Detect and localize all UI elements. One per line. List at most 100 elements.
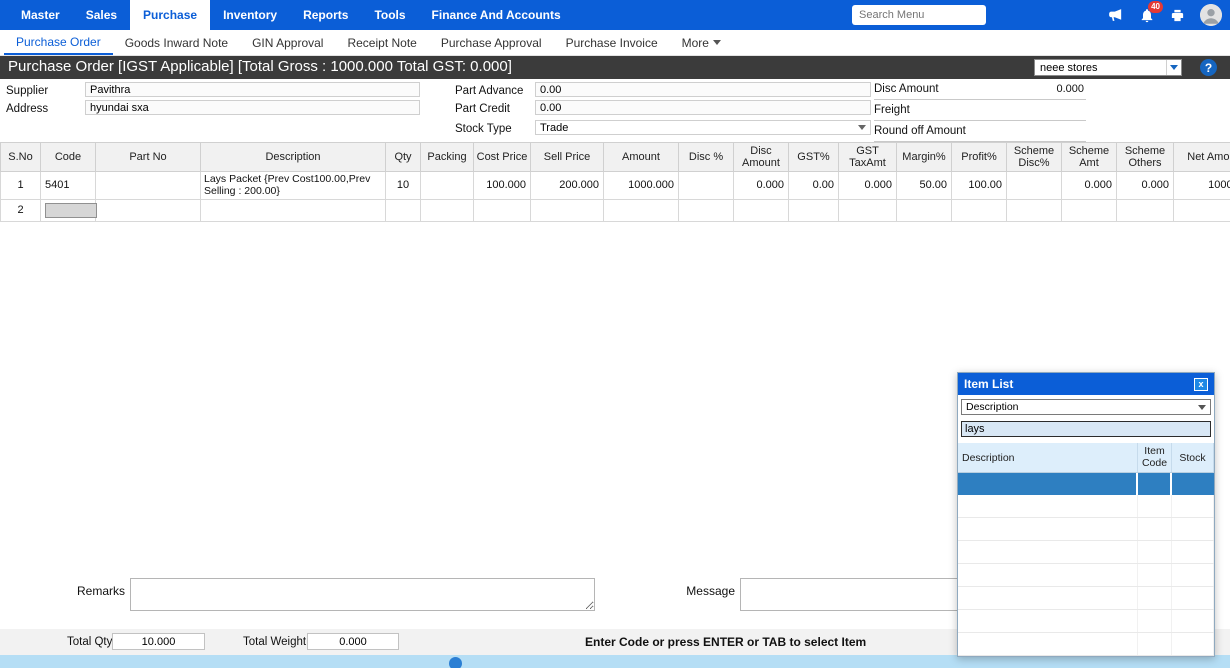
menu-item-finance-and-accounts[interactable]: Finance And Accounts: [419, 0, 574, 30]
grid-cell[interactable]: [386, 199, 421, 221]
grid-cell[interactable]: 0.00: [789, 172, 839, 200]
chevron-down-icon: [713, 40, 721, 45]
menu-item-purchase[interactable]: Purchase: [130, 0, 210, 30]
close-icon[interactable]: x: [1194, 378, 1208, 391]
tab-goods-inward-note[interactable]: Goods Inward Note: [113, 30, 240, 55]
grid-cell[interactable]: 5401: [41, 172, 96, 200]
grid-cell[interactable]: [604, 199, 679, 221]
user-avatar[interactable]: [1200, 4, 1222, 26]
part-advance-input[interactable]: [535, 82, 871, 97]
menu-item-inventory[interactable]: Inventory: [210, 0, 290, 30]
next-code-input[interactable]: [45, 203, 97, 218]
item-list-filter-select[interactable]: Description: [961, 399, 1211, 415]
grid-cell[interactable]: [1174, 199, 1230, 221]
tab-more[interactable]: More: [670, 30, 733, 55]
column-header: Net Amount: [1174, 143, 1230, 172]
total-qty-value[interactable]: 10.000: [112, 633, 205, 650]
grid-cell[interactable]: [897, 199, 952, 221]
part-credit-input[interactable]: [535, 100, 871, 115]
help-button[interactable]: ?: [1200, 59, 1217, 76]
item-list-col-description: Description: [958, 443, 1138, 472]
grid-cell[interactable]: [421, 199, 474, 221]
grid-cell[interactable]: 200.000: [531, 172, 604, 200]
grid-cell[interactable]: 0.000: [734, 172, 789, 200]
grid-cell[interactable]: [96, 172, 201, 200]
disc-amount-row[interactable]: Disc Amount 0.000: [874, 79, 1086, 100]
item-list-row[interactable]: [958, 633, 1214, 656]
grid-cell[interactable]: 100.000: [474, 172, 531, 200]
grid-cell[interactable]: [679, 172, 734, 200]
item-list-row[interactable]: [958, 541, 1214, 564]
tab-purchase-approval[interactable]: Purchase Approval: [429, 30, 554, 55]
grid-cell[interactable]: 1000.000: [1174, 172, 1230, 200]
grid-cell[interactable]: [679, 199, 734, 221]
store-select-value: neee stores: [1040, 62, 1097, 74]
item-list-cell[interactable]: [1138, 473, 1172, 495]
purchase-order-screen: Master Sales Purchase Inventory Reports …: [0, 0, 1230, 668]
grid-cell[interactable]: 0.000: [839, 172, 897, 200]
tab-purchase-order[interactable]: Purchase Order: [4, 30, 113, 55]
status-dot-icon[interactable]: [449, 657, 462, 668]
freight-row[interactable]: Freight: [874, 100, 1086, 121]
item-list-header: Item List x: [958, 373, 1214, 395]
part-credit-label: Part Credit: [455, 103, 510, 115]
column-header: GST%: [789, 143, 839, 172]
grid-cell[interactable]: 100.00: [952, 172, 1007, 200]
address-label: Address: [6, 103, 48, 115]
grid-cell[interactable]: [421, 172, 474, 200]
grid-cell[interactable]: 0.000: [1117, 172, 1174, 200]
item-list-row[interactable]: [958, 610, 1214, 633]
menu-item-reports[interactable]: Reports: [290, 0, 361, 30]
grid-cell[interactable]: 10: [386, 172, 421, 200]
grid-cell[interactable]: [474, 199, 531, 221]
item-list-cell[interactable]: [958, 473, 1138, 495]
grid-cell[interactable]: [789, 199, 839, 221]
item-list-search-input[interactable]: [961, 421, 1211, 437]
address-input[interactable]: [85, 100, 420, 115]
grid-cell[interactable]: [531, 199, 604, 221]
tab-gin-approval[interactable]: GIN Approval: [240, 30, 335, 55]
grid-cell[interactable]: [1062, 199, 1117, 221]
item-list-row[interactable]: [958, 587, 1214, 610]
item-list-row[interactable]: [958, 564, 1214, 587]
grid-cell[interactable]: [96, 199, 201, 221]
store-select[interactable]: neee stores: [1034, 59, 1182, 76]
remarks-textarea[interactable]: [130, 578, 595, 611]
item-list-selected-row[interactable]: [958, 473, 1214, 495]
grid-cell[interactable]: 0.000: [1062, 172, 1117, 200]
grid-cell[interactable]: [201, 199, 386, 221]
item-list-cell[interactable]: [1172, 473, 1214, 495]
grid-cell[interactable]: Lays Packet {Prev Cost100.00,Prev Sellin…: [201, 172, 386, 200]
grid-cell[interactable]: [839, 199, 897, 221]
announcement-icon[interactable]: [1107, 7, 1124, 24]
grid-cell[interactable]: [1007, 172, 1062, 200]
notifications-bell-icon[interactable]: 40: [1139, 7, 1155, 24]
column-header: Sell Price: [531, 143, 604, 172]
stock-type-select[interactable]: Trade: [535, 120, 871, 135]
grid-cell[interactable]: [41, 199, 96, 221]
search-input[interactable]: [852, 5, 986, 25]
grid-cell[interactable]: 50.00: [897, 172, 952, 200]
grid-cell[interactable]: 2: [1, 199, 41, 221]
supplier-input[interactable]: [85, 82, 420, 97]
grid-cell[interactable]: [1007, 199, 1062, 221]
column-header: Margin%: [897, 143, 952, 172]
tab-receipt-note[interactable]: Receipt Note: [335, 30, 428, 55]
tab-purchase-invoice[interactable]: Purchase Invoice: [554, 30, 670, 55]
grid-cell[interactable]: [1117, 199, 1174, 221]
item-list-row[interactable]: [958, 495, 1214, 518]
roundoff-row[interactable]: Round off Amount: [874, 121, 1086, 142]
print-icon[interactable]: [1170, 8, 1185, 23]
item-list-row[interactable]: [958, 518, 1214, 541]
grid-cell[interactable]: 1: [1, 172, 41, 200]
grid-cell[interactable]: [952, 199, 1007, 221]
menu-item-sales[interactable]: Sales: [73, 0, 130, 30]
menu-item-master[interactable]: Master: [8, 0, 73, 30]
grid-cell[interactable]: [734, 199, 789, 221]
menu-item-tools[interactable]: Tools: [361, 0, 418, 30]
total-weight-value[interactable]: 0.000: [307, 633, 399, 650]
grid-cell[interactable]: 1000.000: [604, 172, 679, 200]
stock-type-value: Trade: [540, 122, 568, 134]
store-select-arrow[interactable]: [1166, 60, 1181, 75]
main-menu: Master Sales Purchase Inventory Reports …: [0, 0, 574, 30]
